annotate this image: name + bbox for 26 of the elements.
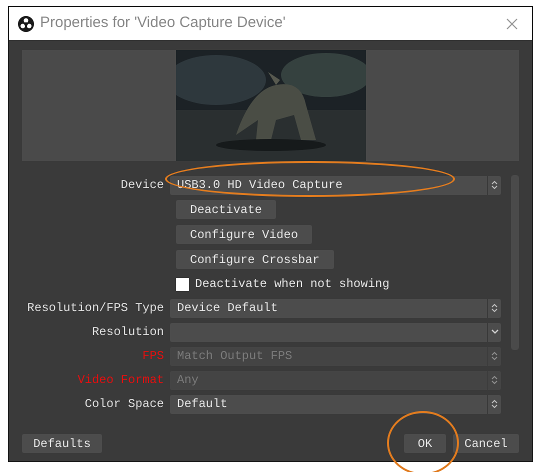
field-label: Color Space — [84, 397, 164, 411]
action-button[interactable]: Configure Video — [176, 225, 312, 244]
up-down-icon — [491, 375, 498, 385]
checkbox-label: Deactivate when not showing — [195, 276, 390, 293]
dropdown[interactable]: Default — [170, 394, 501, 414]
up-down-icon — [491, 180, 498, 190]
action-button[interactable]: Configure Crossbar — [176, 250, 334, 269]
close-icon[interactable] — [506, 18, 518, 30]
window-title: Properties for 'Video Capture Device' — [40, 13, 287, 34]
chevron-down-icon — [490, 329, 498, 335]
field-label: Resolution/FPS Type — [27, 301, 164, 315]
up-down-icon — [491, 351, 498, 361]
up-down-icon — [491, 303, 498, 313]
field-label: FPS — [142, 349, 164, 363]
cancel-button[interactable]: Cancel — [453, 434, 519, 453]
action-button[interactable]: Deactivate — [176, 200, 276, 219]
up-down-icon — [491, 399, 498, 409]
field-label: Resolution — [92, 325, 164, 339]
field-label: Video Format — [78, 373, 164, 387]
app-logo-icon — [18, 16, 34, 32]
dropdown[interactable]: USB3.0 HD Video Capture — [170, 176, 501, 194]
dropdown[interactable]: Device Default — [170, 298, 501, 318]
field-label: Device — [120, 178, 164, 192]
defaults-button[interactable]: Defaults — [22, 434, 102, 453]
checkbox[interactable] — [176, 278, 189, 290]
ok-button[interactable]: OK — [404, 434, 446, 453]
